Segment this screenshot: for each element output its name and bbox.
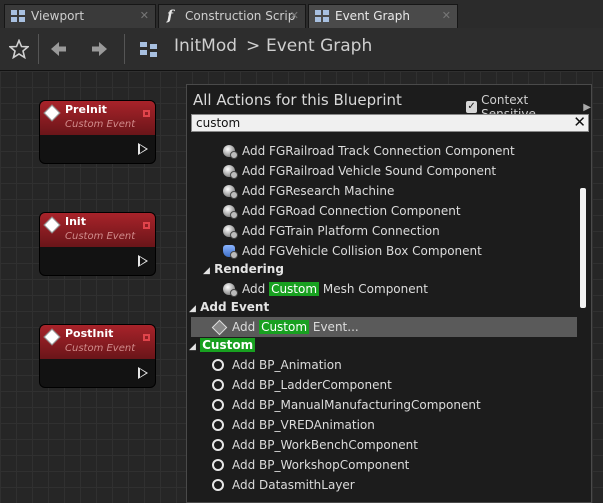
- breadcrumb-separator: >: [246, 36, 261, 56]
- function-circle-icon: [212, 459, 224, 471]
- search-input[interactable]: [192, 115, 570, 131]
- exec-output-pin[interactable]: [138, 367, 148, 379]
- favorite-star-button[interactable]: [4, 28, 34, 70]
- list-item-label: Add FGRoad Connection Component: [242, 204, 461, 218]
- list-item-label: Add FGRailroad Vehicle Sound Component: [242, 164, 497, 178]
- category-custom[interactable]: ◢ Custom: [189, 335, 256, 355]
- list-item-label: Add FGTrain Platform Connection: [242, 224, 440, 238]
- delegate-pin[interactable]: [143, 222, 150, 229]
- list-item-label: Add FGVehicle Collision Box Component: [242, 244, 482, 258]
- tab-label: Event Graph: [335, 9, 410, 23]
- toolbar-divider: [124, 34, 125, 64]
- arrow-left-icon: [51, 42, 66, 56]
- exec-output-pin[interactable]: [138, 143, 148, 155]
- search-box[interactable]: ✕: [191, 113, 589, 132]
- label-prefix: Add: [242, 282, 266, 296]
- list-item-label: Add BP_Animation: [232, 358, 342, 372]
- component-icon: [223, 185, 238, 199]
- function-circle-icon: [212, 479, 224, 491]
- list-item-add-custom-event[interactable]: Add Custom Event...: [191, 317, 577, 337]
- search-highlight: Custom: [259, 320, 310, 334]
- label-prefix: Add: [232, 320, 256, 334]
- tab-label: Construction Scrip: [185, 9, 296, 23]
- collapse-triangle-icon[interactable]: ◢: [189, 304, 196, 314]
- collapse-triangle-icon[interactable]: ◢: [203, 266, 210, 276]
- component-icon: [223, 225, 238, 239]
- node-title: PostInit: [65, 327, 114, 340]
- blueprint-graph-icon: [134, 28, 164, 70]
- breadcrumb-root[interactable]: InitMod: [174, 36, 237, 56]
- chevron-right-icon[interactable]: ▶: [583, 102, 591, 113]
- forward-button[interactable]: [84, 28, 114, 70]
- list-item-label: Add BP_ManualManufacturingComponent: [232, 398, 481, 412]
- list-item-label: Add Custom Mesh Component: [242, 279, 428, 299]
- list-item-label: Add BP_LadderComponent: [232, 378, 392, 392]
- close-icon[interactable]: ✕: [140, 5, 149, 27]
- search-highlight: Custom: [269, 282, 320, 296]
- tab-viewport[interactable]: Viewport ✕: [4, 4, 156, 28]
- exec-output-pin[interactable]: [138, 255, 148, 267]
- category-label: Custom: [200, 338, 256, 352]
- toolbar-divider: [38, 34, 39, 64]
- all-actions-menu: All Actions for this Blueprint ✓ Context…: [186, 84, 592, 503]
- category-label: Add Event: [200, 300, 270, 314]
- event-icon: [211, 319, 228, 336]
- clear-search-icon[interactable]: ✕: [573, 113, 586, 131]
- checkbox-checked-icon[interactable]: ✓: [466, 101, 478, 113]
- node-init[interactable]: Init Custom Event: [39, 212, 156, 276]
- list-item-label: Add Custom Event...: [232, 317, 359, 337]
- component-icon: [223, 165, 238, 179]
- node-subtitle: Custom Event: [65, 343, 136, 354]
- close-icon[interactable]: ✕: [442, 5, 451, 27]
- function-circle-icon: [212, 359, 224, 371]
- delegate-pin[interactable]: [143, 334, 150, 341]
- list-item-label: Add FGRailroad Track Connection Componen…: [242, 144, 515, 158]
- label-suffix: Event...: [312, 320, 359, 334]
- star-icon: [9, 39, 29, 59]
- component-icon: [223, 145, 238, 159]
- list-item-label: Add BP_WorkBenchComponent: [232, 438, 418, 452]
- function-circle-icon: [212, 379, 224, 391]
- tab-label: Viewport: [31, 9, 85, 23]
- component-icon: [223, 283, 238, 297]
- node-title: PreInit: [65, 103, 107, 116]
- label-suffix: Mesh Component: [322, 282, 428, 296]
- scrollbar-thumb[interactable]: [580, 188, 586, 308]
- arrow-right-icon: [92, 42, 107, 56]
- function-circle-icon: [212, 399, 224, 411]
- list-item-label: Add BP_WorkshopComponent: [232, 458, 410, 472]
- function-icon: f: [167, 8, 174, 24]
- list-item-label: Add BP_VREDAnimation: [232, 418, 375, 432]
- category-label: Rendering: [214, 262, 284, 276]
- function-circle-icon: [212, 439, 224, 451]
- action-list[interactable]: Add FGRailroad Track Connection Componen…: [187, 133, 577, 503]
- list-item-label: Add FGResearch Machine: [242, 184, 395, 198]
- back-button[interactable]: [44, 28, 74, 70]
- node-preinit[interactable]: PreInit Custom Event: [39, 100, 156, 164]
- category-rendering[interactable]: ◢ Rendering: [203, 259, 284, 279]
- event-graph-grid-icon: [315, 10, 329, 22]
- function-circle-icon: [212, 419, 224, 431]
- close-icon[interactable]: ✕: [290, 5, 299, 27]
- tab-bar: Viewport ✕ f Construction Scrip ✕ Event …: [0, 0, 603, 28]
- node-postinit[interactable]: PostInit Custom Event: [39, 324, 156, 388]
- shield-icon: [223, 245, 238, 259]
- breadcrumb-current: Event Graph: [266, 36, 373, 56]
- graph-toolbar: InitMod > Event Graph: [0, 28, 603, 71]
- tab-construction-script[interactable]: f Construction Scrip ✕: [158, 4, 306, 28]
- menu-title: All Actions for this Blueprint: [193, 91, 402, 109]
- component-icon: [223, 205, 238, 219]
- node-title: Init: [65, 215, 86, 228]
- list-item-label: Add DatasmithLayer: [232, 478, 355, 492]
- viewport-grid-icon: [11, 10, 25, 22]
- node-subtitle: Custom Event: [65, 231, 136, 242]
- collapse-triangle-icon[interactable]: ◢: [189, 342, 196, 352]
- delegate-pin[interactable]: [143, 110, 150, 117]
- node-subtitle: Custom Event: [65, 119, 136, 130]
- tab-event-graph[interactable]: Event Graph ✕: [308, 4, 458, 28]
- category-add-event[interactable]: ◢ Add Event: [189, 297, 269, 317]
